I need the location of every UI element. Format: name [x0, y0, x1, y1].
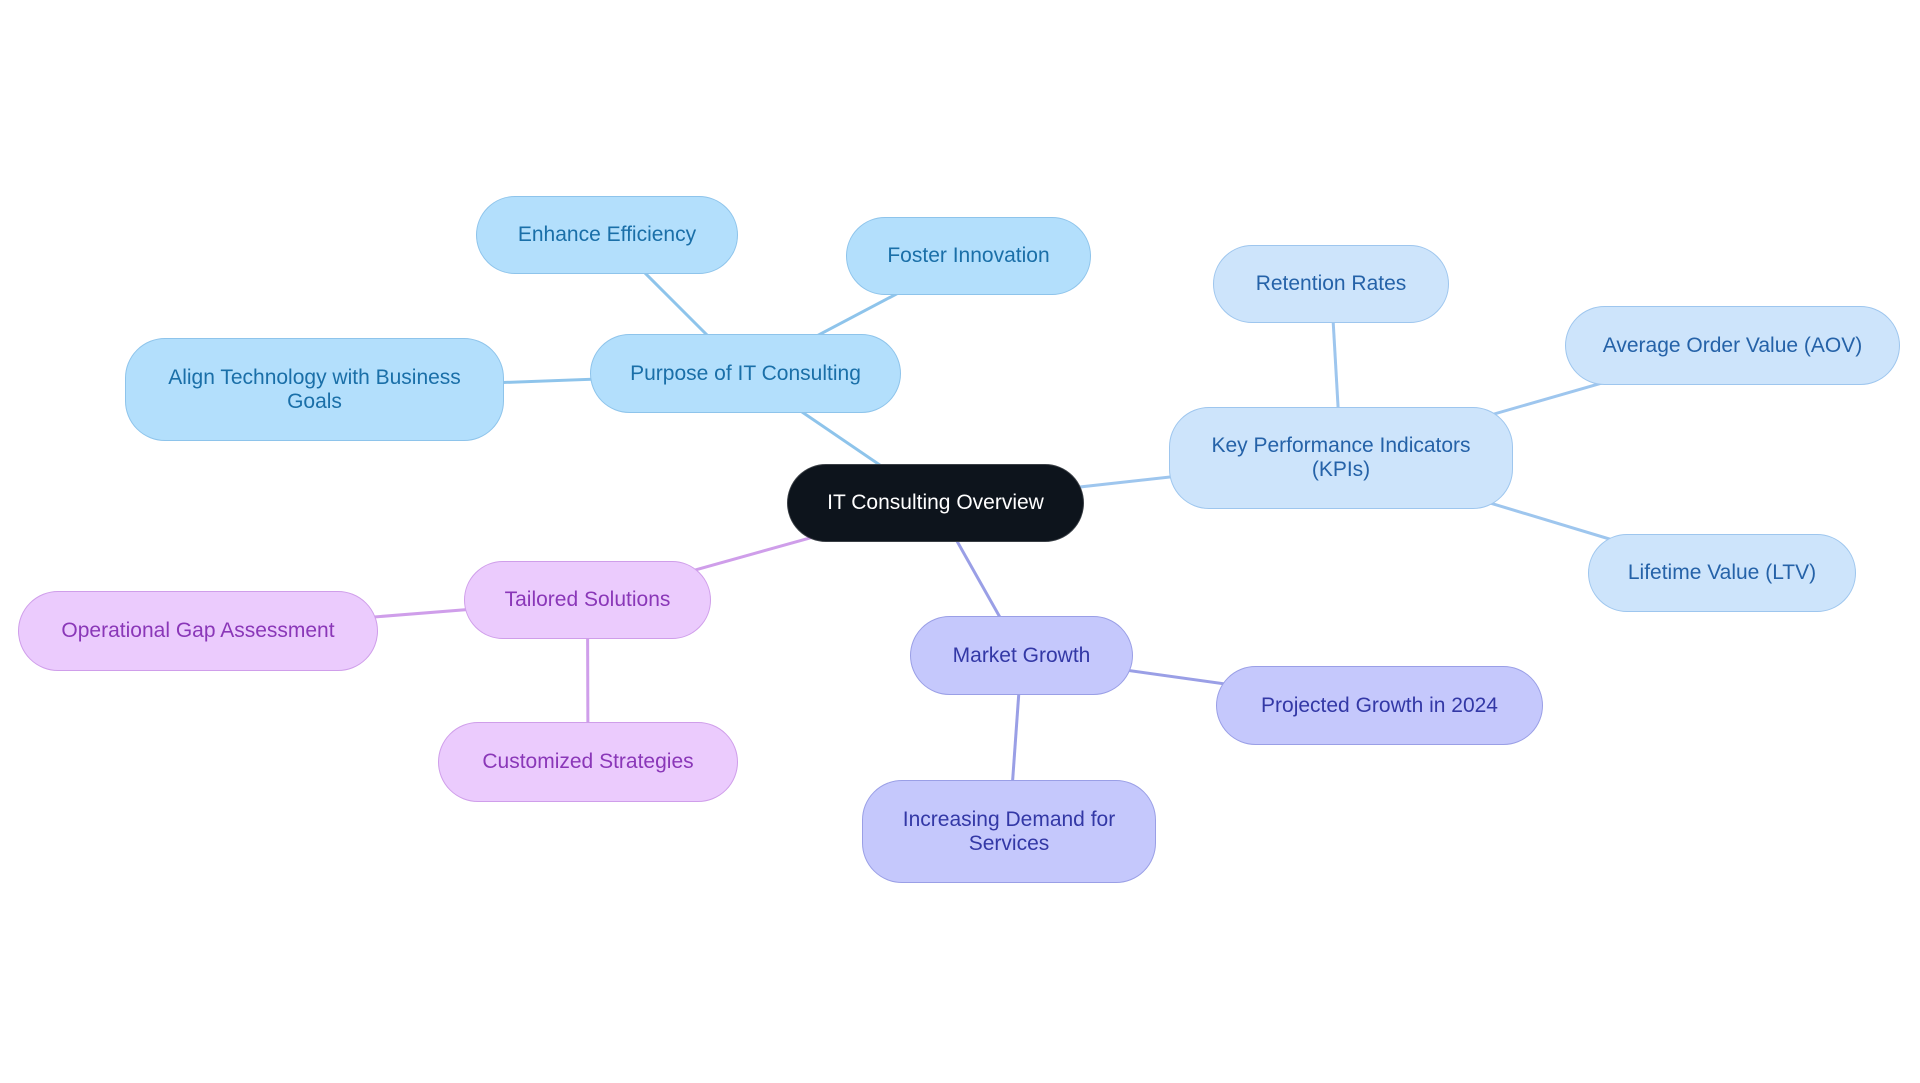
- node-label: Increasing Demand for Services: [902, 807, 1116, 855]
- leaf-node-operational-gap[interactable]: Operational Gap Assessment: [18, 591, 378, 671]
- node-label: Purpose of IT Consulting: [630, 361, 861, 385]
- node-label: Customized Strategies: [482, 750, 694, 773]
- branch-node-tailored-solutions[interactable]: Tailored Solutions: [464, 561, 711, 639]
- root-node[interactable]: IT Consulting Overview: [787, 464, 1084, 542]
- node-label: Retention Rates: [1255, 272, 1407, 295]
- leaf-node-retention-rates[interactable]: Retention Rates: [1213, 245, 1449, 323]
- node-label: Projected Growth in 2024: [1261, 693, 1498, 717]
- leaf-node-lifetime-value[interactable]: Lifetime Value (LTV): [1588, 534, 1856, 612]
- leaf-node-average-order-value[interactable]: Average Order Value (AOV): [1565, 306, 1900, 385]
- leaf-node-increasing-demand[interactable]: Increasing Demand for Services: [862, 780, 1156, 883]
- branch-node-kpis[interactable]: Key Performance Indicators (KPIs): [1169, 407, 1513, 509]
- leaf-node-customized-strategies[interactable]: Customized Strategies: [438, 722, 738, 802]
- node-label: Lifetime Value (LTV): [1627, 561, 1817, 584]
- branch-node-purpose[interactable]: Purpose of IT Consulting: [590, 334, 901, 413]
- node-label: Market Growth: [952, 643, 1091, 667]
- node-label: Foster Innovation: [887, 244, 1050, 267]
- leaf-node-projected-growth[interactable]: Projected Growth in 2024: [1216, 666, 1543, 745]
- node-label: Align Technology with Business Goals: [168, 365, 461, 413]
- node-label: Operational Gap Assessment: [61, 619, 335, 642]
- leaf-node-align-technology[interactable]: Align Technology with Business Goals: [125, 338, 504, 441]
- root-node-label: IT Consulting Overview: [827, 491, 1044, 514]
- node-label: Enhance Efficiency: [517, 223, 697, 246]
- node-label: Tailored Solutions: [504, 588, 671, 611]
- leaf-node-enhance-efficiency[interactable]: Enhance Efficiency: [476, 196, 738, 274]
- leaf-node-foster-innovation[interactable]: Foster Innovation: [846, 217, 1091, 295]
- node-label: Average Order Value (AOV): [1602, 333, 1863, 357]
- branch-node-market-growth[interactable]: Market Growth: [910, 616, 1133, 695]
- node-label: Key Performance Indicators (KPIs): [1211, 434, 1471, 481]
